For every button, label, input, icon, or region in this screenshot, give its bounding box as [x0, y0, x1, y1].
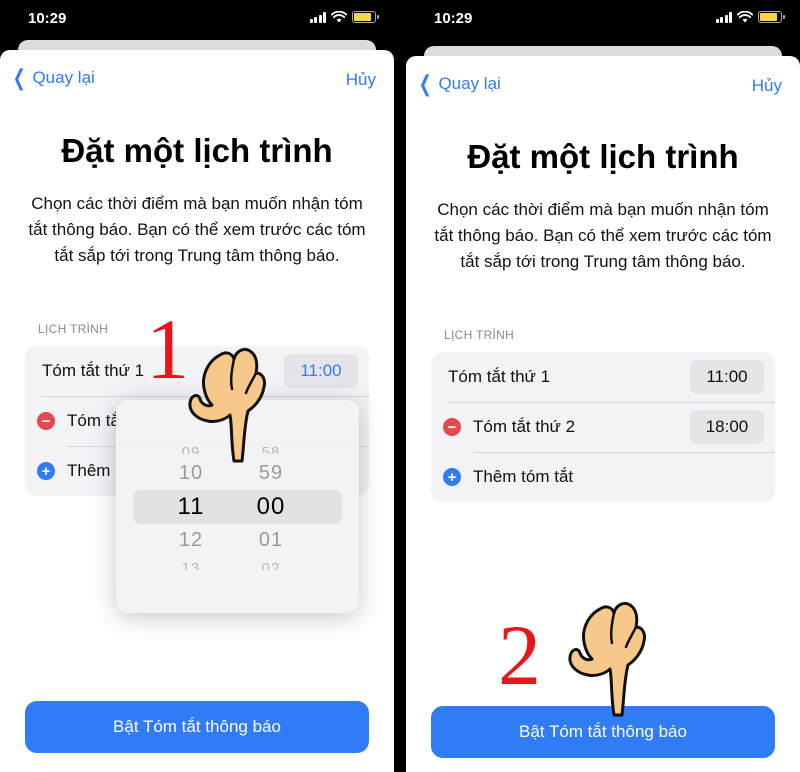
- minus-circle-icon[interactable]: −: [37, 412, 55, 430]
- add-summary-row[interactable]: + Thêm tóm tắt: [431, 452, 775, 502]
- chevron-left-icon: ❮: [12, 65, 26, 90]
- cellular-signal-icon: [309, 11, 326, 23]
- status-time: 10:29: [28, 10, 67, 27]
- back-label: Quay lại: [438, 74, 501, 93]
- picker-minute-option[interactable]: 02: [251, 560, 291, 570]
- enable-summary-button[interactable]: Bật Tóm tắt thông báo: [25, 701, 369, 753]
- picker-minute-option[interactable]: 01: [251, 529, 291, 552]
- schedule-row-label: Tóm tắt thứ 2: [473, 417, 576, 436]
- minus-circle-icon[interactable]: −: [443, 418, 461, 436]
- battery-icon: [352, 11, 379, 23]
- plus-circle-icon: +: [443, 468, 461, 486]
- schedule-row-1[interactable]: Tóm tắt thứ 1 11:00: [431, 352, 775, 402]
- section-label: LỊCH TRÌNH: [444, 328, 515, 342]
- screenshot-left: 10:29 ❮ Quay lại Hủy Đặt một lịch trình …: [0, 0, 394, 772]
- step-number-marker: 1: [146, 301, 189, 397]
- picker-minute-selected[interactable]: 00: [251, 493, 291, 521]
- battery-icon: [758, 11, 785, 23]
- schedule-row-label: Tóm tắt thứ 1: [448, 367, 551, 386]
- nav-bar: ❮ Quay lại Hủy: [406, 71, 800, 98]
- add-summary-label: Thêm: [67, 461, 111, 480]
- section-label: LỊCH TRÌNH: [38, 322, 109, 336]
- plus-circle-icon: +: [37, 462, 55, 480]
- status-icons: [715, 11, 785, 23]
- picker-hour-selected[interactable]: 11: [171, 493, 211, 521]
- status-bar: 10:29: [0, 0, 394, 38]
- schedule-row-label: Tóm tắ: [67, 411, 120, 430]
- picker-hour-option[interactable]: 13: [171, 560, 211, 570]
- back-button[interactable]: ❮ Quay lại: [416, 71, 501, 96]
- wifi-icon: [737, 11, 753, 23]
- back-label: Quay lại: [32, 68, 95, 87]
- schedule-row-label: Tóm tắt thứ 1: [42, 361, 145, 380]
- wifi-icon: [331, 11, 347, 23]
- time-button[interactable]: 18:00: [690, 410, 764, 444]
- page-title: Đặt một lịch trình: [467, 138, 739, 175]
- page-description: Chọn các thời điểm mà bạn muốn nhận tóm …: [28, 194, 366, 265]
- pointing-hand-icon: [188, 347, 266, 463]
- add-summary-label: Thêm tóm tắt: [473, 467, 574, 486]
- step-number-marker: 2: [498, 607, 541, 703]
- picker-hour-option[interactable]: 12: [171, 529, 211, 552]
- status-time: 10:29: [434, 10, 473, 27]
- cancel-button[interactable]: Hủy: [346, 70, 376, 90]
- picker-selection-highlight: [133, 490, 342, 524]
- time-button[interactable]: 11:00: [690, 360, 764, 394]
- nav-bar: ❮ Quay lại Hủy: [0, 65, 394, 92]
- cancel-button[interactable]: Hủy: [752, 76, 782, 96]
- back-button[interactable]: ❮ Quay lại: [10, 65, 95, 90]
- cellular-signal-icon: [715, 11, 732, 23]
- chevron-left-icon: ❮: [418, 71, 432, 96]
- status-bar: 10:29: [406, 0, 800, 38]
- schedule-list: Tóm tắt thứ 1 11:00 − Tóm tắt thứ 2 18:0…: [431, 352, 775, 502]
- pointing-hand-icon: [568, 601, 646, 717]
- schedule-row-2[interactable]: − Tóm tắt thứ 2 18:00: [431, 402, 775, 452]
- page-description: Chọn các thời điểm mà bạn muốn nhận tóm …: [434, 200, 772, 271]
- status-icons: [309, 11, 379, 23]
- screenshot-right: 10:29 ❮ Quay lại Hủy Đặt một lịch trình …: [406, 0, 800, 772]
- time-button[interactable]: 11:00: [284, 354, 358, 388]
- page-title: Đặt một lịch trình: [61, 132, 333, 169]
